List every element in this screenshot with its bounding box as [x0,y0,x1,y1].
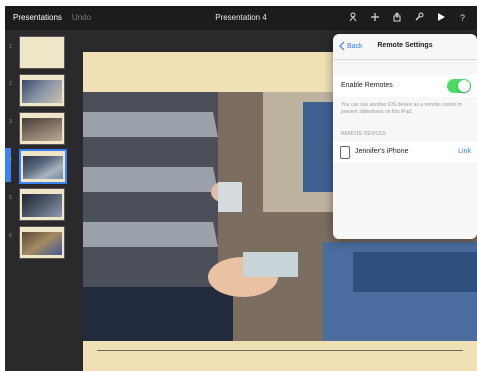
plus-icon[interactable] [369,11,381,23]
popover-header: Back Remote Settings [333,34,477,60]
slide-number: 6 [9,233,12,239]
link-button[interactable]: Link [458,148,471,155]
slide-thumbnail-2[interactable] [19,74,65,107]
wrench-icon[interactable] [413,11,425,23]
slide-thumbnail-5[interactable] [19,188,65,221]
slide-thumbnail-3[interactable] [19,112,65,145]
slide-number: 2 [9,81,12,87]
svg-text:?: ? [460,13,465,22]
slide-number: 1 [9,44,12,50]
popover-title: Remote Settings [377,42,433,49]
enable-remotes-label: Enable Remotes [341,82,393,89]
slide-number: 3 [9,119,12,125]
slide-text-line [97,350,463,351]
device-name: Jennifer's iPhone [355,148,409,155]
remote-icon[interactable] [347,11,359,23]
toolbar-icons: ? [347,11,469,23]
remote-note: You can use another iOS device as a remo… [341,102,462,115]
share-icon[interactable] [391,11,403,23]
slide-navigator: 1 2 3 4 5 6 [5,30,71,371]
slide-thumbnail-1[interactable] [19,36,65,69]
enable-remotes-row: Enable Remotes [333,75,477,97]
iphone-icon [340,146,350,159]
remote-devices-header: REMOTE DEVICES [341,131,386,137]
app-window: Presentations Undo Presentation 4 ? 1 2 … [5,6,477,371]
slide-number: 5 [9,195,12,201]
play-icon[interactable] [435,11,447,23]
enable-remotes-toggle[interactable] [447,79,471,93]
selection-indicator [5,148,11,182]
toolbar: Presentations Undo Presentation 4 ? [5,6,477,30]
toggle-knob [458,80,470,92]
device-row[interactable]: Jennifer's iPhone Link [333,141,477,163]
slide-thumbnail-6[interactable] [19,226,65,259]
help-icon[interactable]: ? [457,11,469,23]
slide-number: 4 [9,157,12,163]
remote-settings-popover: Back Remote Settings Enable Remotes You … [333,34,477,239]
slide-thumbnail-4[interactable] [19,149,67,184]
